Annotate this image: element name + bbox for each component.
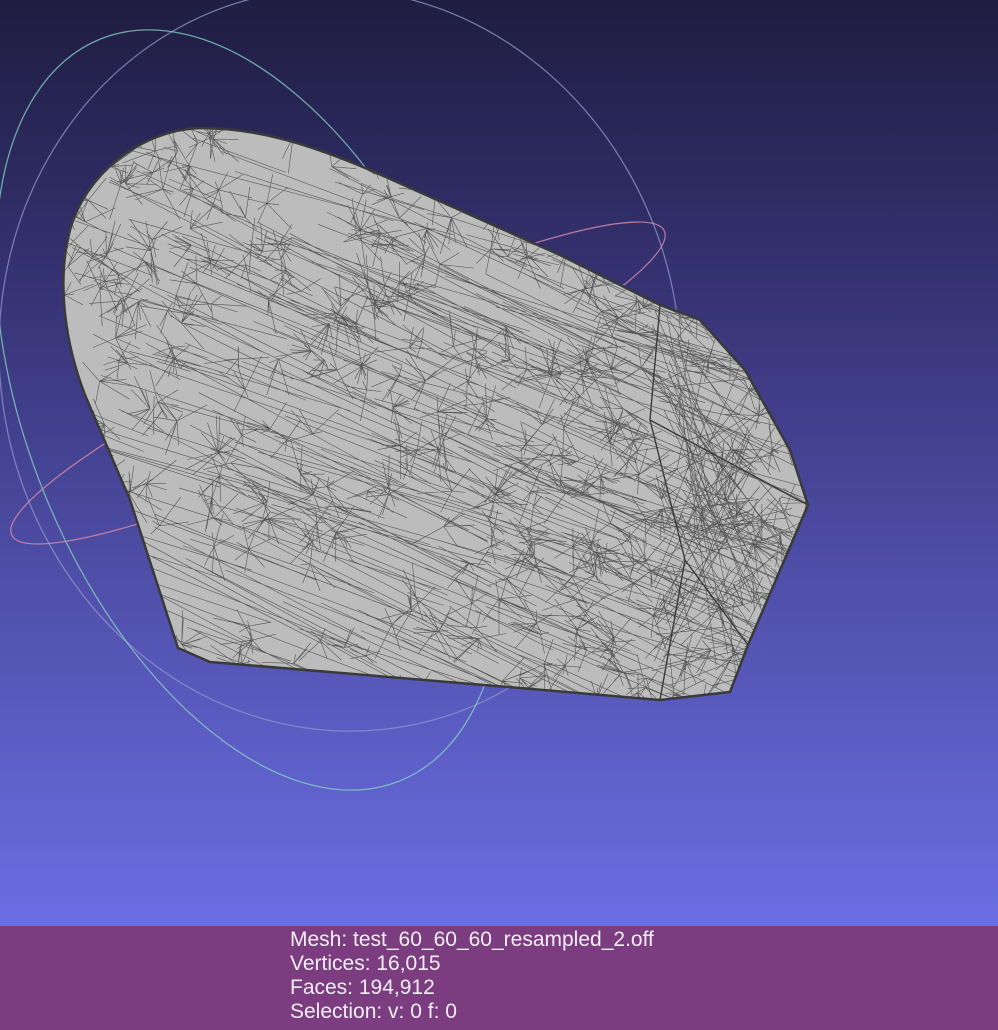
mesh-name-text: Mesh: test_60_60_60_resampled_2.off	[290, 928, 654, 951]
selection-text: Selection: v: 0 f: 0	[290, 1000, 457, 1023]
info-bar: Mesh: test_60_60_60_resampled_2.off Vert…	[0, 926, 998, 1030]
mesh-info: Mesh: test_60_60_60_resampled_2.off Vert…	[290, 928, 654, 1024]
3d-viewport[interactable]	[0, 0, 998, 926]
faces-count-text: Faces: 194,912	[290, 976, 435, 999]
vertices-count-text: Vertices: 16,015	[290, 952, 441, 975]
